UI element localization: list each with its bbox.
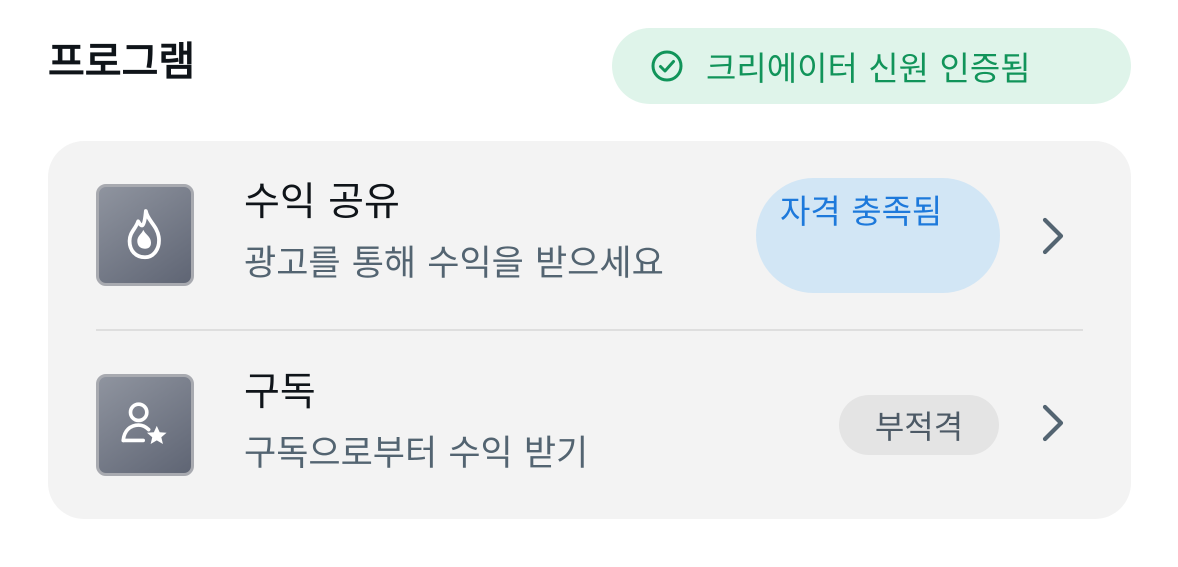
program-row-revenue-sharing[interactable]: 수익 공유 광고를 통해 수익을 받으세요 자격 충족됨: [48, 141, 1131, 329]
program-title: 구독: [244, 370, 316, 415]
programs-card: 수익 공유 광고를 통해 수익을 받으세요 자격 충족됨 구독 구독으로부터 수…: [48, 141, 1131, 519]
chevron-right-icon[interactable]: [1038, 402, 1068, 444]
eligibility-status-badge: 자격 충족됨: [756, 178, 1000, 293]
program-description: 구독으로부터 수익 받기: [244, 434, 589, 474]
program-row-subscriptions[interactable]: 구독 구독으로부터 수익 받기 부적격: [48, 331, 1131, 519]
chevron-right-icon[interactable]: [1038, 215, 1068, 257]
flame-icon: [127, 209, 161, 260]
person-star-icon: [121, 402, 167, 445]
eligibility-status-badge: 부적격: [839, 395, 999, 455]
subscriptions-icon-tile: [96, 374, 194, 476]
creator-identity-verified-badge: 크리에이터 신원 인증됨: [612, 28, 1131, 104]
check-circle-icon: [651, 50, 683, 82]
program-description: 광고를 통해 수익을 받으세요: [244, 244, 664, 284]
verified-label: 크리에이터 신원 인증됨: [706, 49, 1031, 88]
program-title: 수익 공유: [244, 180, 400, 225]
revenue-sharing-icon-tile: [96, 184, 194, 286]
programs-page: 프로그램 크리에이터 신원 인증됨 수익 공유 광고를 통해 수익을 받으세요 …: [0, 0, 1178, 567]
page-title: 프로그램: [48, 39, 196, 85]
